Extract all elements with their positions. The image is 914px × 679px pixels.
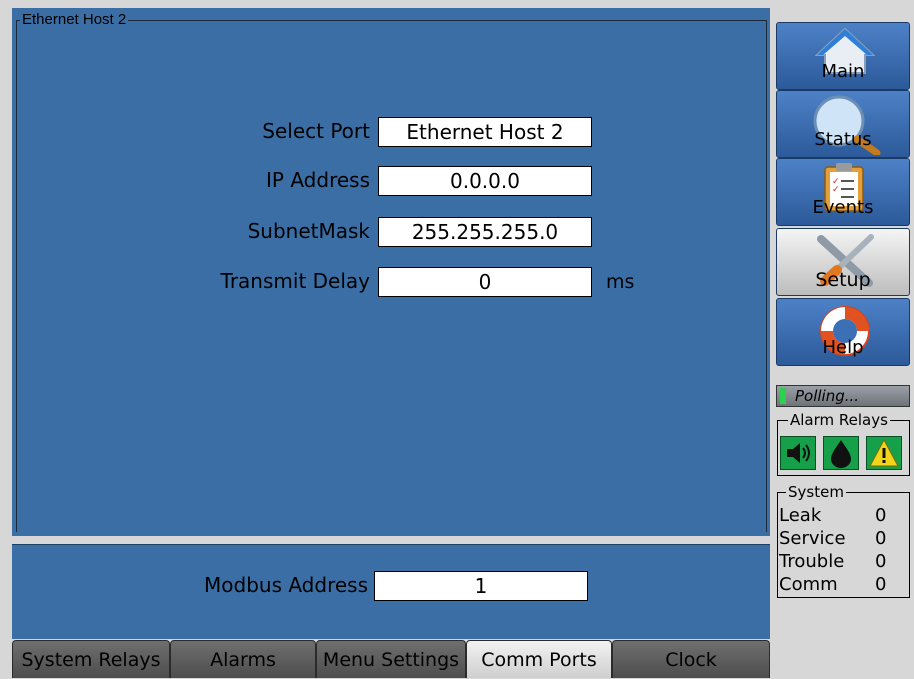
nav-status-label: Status — [814, 129, 872, 150]
modbus-address-label: Modbus Address — [204, 573, 368, 597]
system-leak-value: 0 — [875, 505, 887, 526]
system-comm-label: Comm — [779, 574, 838, 595]
ip-address-label: IP Address — [266, 168, 370, 192]
system-trouble-value: 0 — [875, 551, 887, 572]
tab-alarms[interactable]: Alarms — [170, 640, 316, 678]
system-title: System — [786, 483, 846, 501]
tab-comm-ports[interactable]: Comm Ports — [466, 640, 612, 678]
nav-help-button[interactable]: Help — [776, 298, 910, 366]
subnet-mask-field[interactable]: 255.255.255.0 — [378, 217, 592, 247]
alarm-relays-title: Alarm Relays — [788, 411, 890, 429]
nav-events-button[interactable]: ✓ ✓ Events — [776, 158, 910, 226]
system-service-label: Service — [779, 528, 846, 549]
ip-address-field[interactable]: 0.0.0.0 — [378, 166, 592, 196]
subnet-mask-label: SubnetMask — [247, 219, 370, 243]
warning-icon[interactable] — [866, 436, 902, 470]
tab-clock[interactable]: Clock — [612, 640, 770, 678]
nav-main-label: Main — [821, 61, 865, 82]
select-port-label: Select Port — [262, 119, 370, 143]
system-comm-value: 0 — [875, 574, 887, 595]
polling-indicator — [780, 388, 786, 404]
polling-status: Polling... — [776, 385, 910, 407]
tab-system-relays[interactable]: System Relays — [12, 640, 170, 678]
transmit-delay-unit: ms — [606, 271, 635, 293]
modbus-address-field[interactable]: 1 — [374, 571, 588, 601]
nav-setup-label: Setup — [815, 269, 871, 291]
nav-events-label: Events — [812, 197, 874, 218]
polling-text: Polling... — [795, 387, 860, 405]
system-trouble-label: Trouble — [779, 551, 845, 572]
nav-status-button[interactable]: Status — [776, 90, 910, 158]
drop-icon[interactable] — [823, 436, 859, 470]
transmit-delay-label: Transmit Delay — [220, 269, 370, 293]
select-port-field[interactable]: Ethernet Host 2 — [378, 117, 592, 147]
speaker-icon[interactable] — [780, 436, 816, 470]
svg-text:✓: ✓ — [832, 185, 840, 195]
system-leak-label: Leak — [779, 505, 822, 526]
nav-setup-button[interactable]: Setup — [776, 228, 910, 296]
transmit-delay-field[interactable]: 0 — [378, 267, 592, 297]
nav-main-button[interactable]: Main — [776, 22, 910, 90]
system-service-value: 0 — [875, 528, 887, 549]
tab-menu-settings[interactable]: Menu Settings — [316, 640, 466, 678]
nav-help-label: Help — [822, 337, 864, 358]
panel-title: Ethernet Host 2 — [20, 11, 129, 28]
